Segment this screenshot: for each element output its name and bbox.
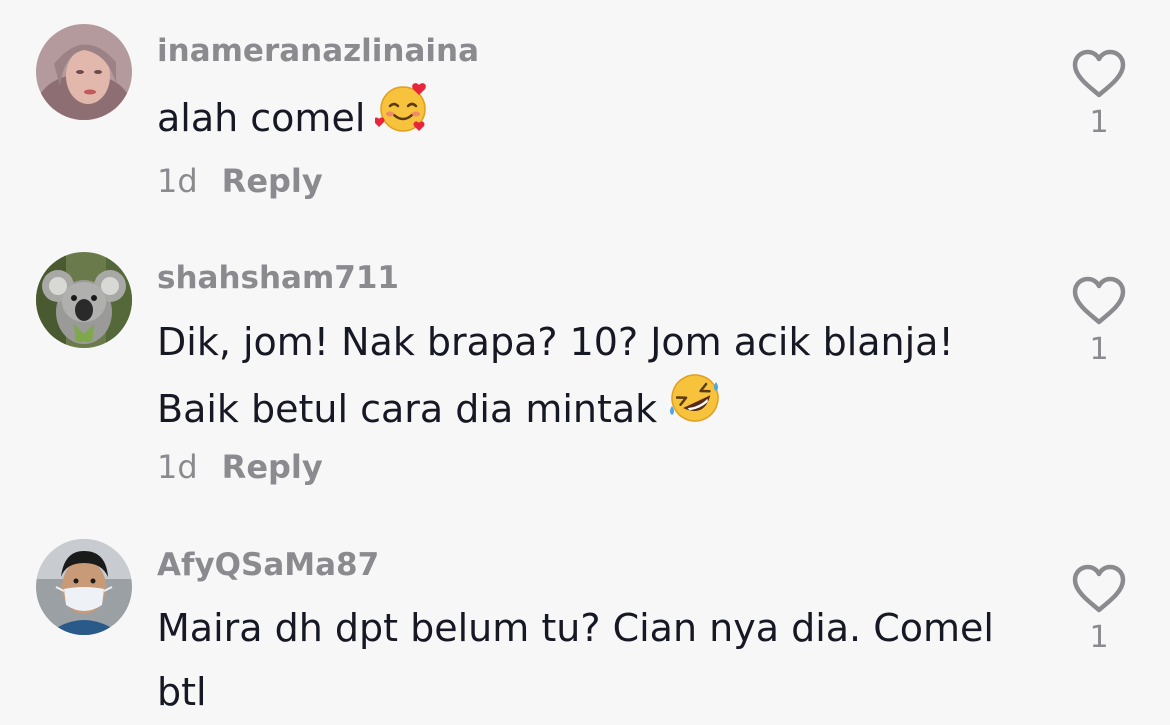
avatar[interactable] <box>36 539 132 635</box>
heart-icon[interactable] <box>1070 563 1128 615</box>
comment-list: inameranazlinaina alah comel 1d Reply 1 … <box>0 0 1170 725</box>
comment-text: alah comel <box>157 83 1037 158</box>
like-control: 1 <box>1068 275 1130 365</box>
heart-icon[interactable] <box>1070 275 1128 327</box>
comment-meta: 1d Reply <box>157 451 323 483</box>
rolling-on-the-floor-laughing-icon <box>667 370 723 445</box>
comment-timestamp: 1d <box>157 162 198 200</box>
comment-meta: 1d Reply <box>157 165 323 197</box>
comment-text-line: Maira dh dpt belum tu? Cian nya dia. Com… <box>157 606 994 650</box>
reply-button[interactable]: Reply <box>222 165 323 197</box>
comment-text-line: Dik, jom! Nak brapa? 10? Jom acik blanja… <box>157 320 954 364</box>
comment-username[interactable]: shahsham711 <box>157 263 399 294</box>
like-count: 1 <box>1089 105 1109 140</box>
heart-icon[interactable] <box>1070 48 1128 100</box>
like-count: 1 <box>1089 332 1109 367</box>
comment-username[interactable]: AfyQSaMa87 <box>157 550 379 581</box>
like-control: 1 <box>1068 563 1130 653</box>
reply-button[interactable]: Reply <box>222 451 323 483</box>
comment-timestamp: 1d <box>157 448 198 486</box>
comment-text: Dik, jom! Nak brapa? 10? Jom acik blanja… <box>157 310 1037 449</box>
comment-text-line: Baik betul cara dia mintak <box>157 387 658 431</box>
comment-text-line: btl <box>157 670 207 714</box>
like-control: 1 <box>1068 48 1130 138</box>
smiling-face-with-hearts-icon <box>373 79 431 154</box>
like-count: 1 <box>1089 620 1109 655</box>
avatar[interactable] <box>36 24 132 120</box>
comment-text: Maira dh dpt belum tu? Cian nya dia. Com… <box>157 596 1037 724</box>
comment-text-line: alah comel <box>157 96 366 140</box>
avatar[interactable] <box>36 252 132 348</box>
comment-username[interactable]: inameranazlinaina <box>157 36 479 67</box>
